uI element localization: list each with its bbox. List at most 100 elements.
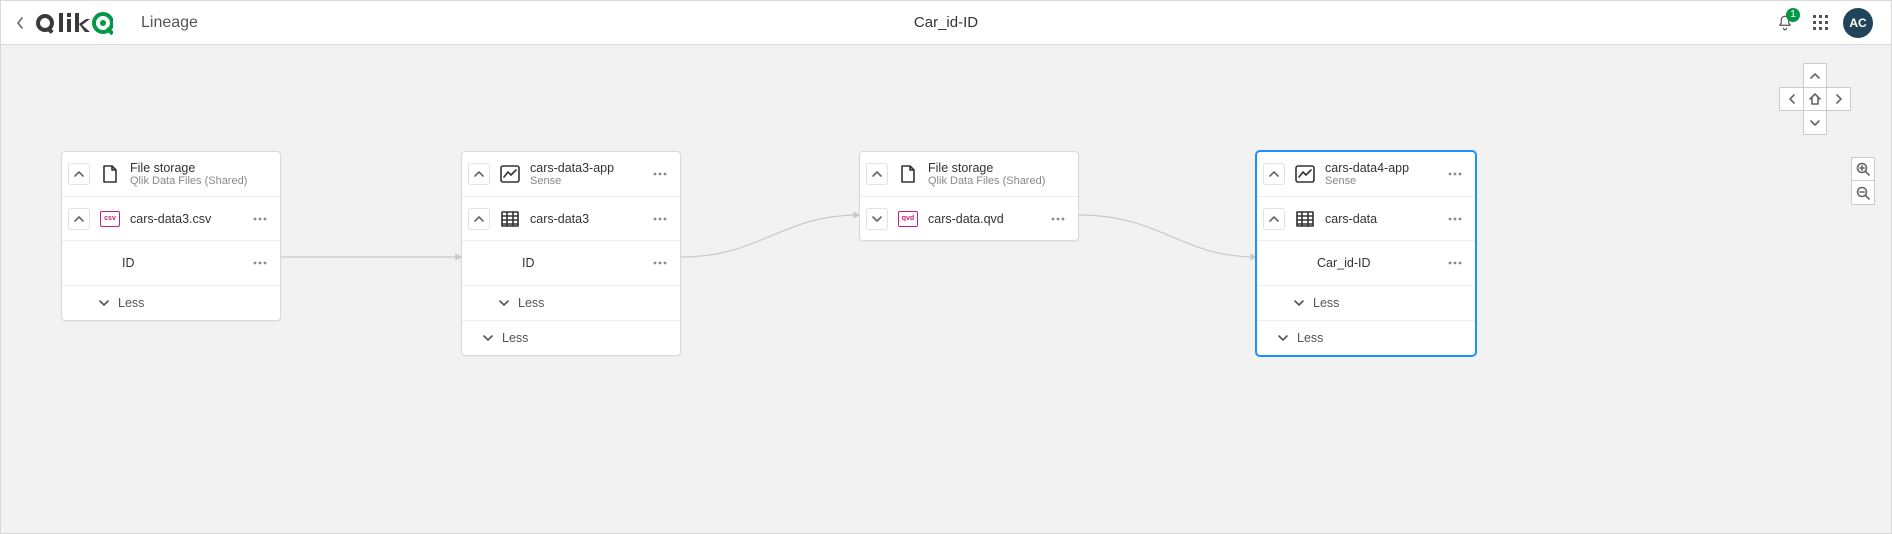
qlik-logo-icon bbox=[35, 10, 113, 36]
more-button[interactable] bbox=[648, 162, 672, 186]
child-labels: cars-data3.csv bbox=[130, 212, 240, 226]
app-launcher-button[interactable] bbox=[1807, 9, 1835, 37]
chevron-down-icon bbox=[871, 213, 883, 225]
app-root: Lineage Car_id-ID 1 AC bbox=[0, 0, 1892, 534]
field-name: Car_id-ID bbox=[1317, 256, 1371, 270]
chevron-down-icon bbox=[1293, 297, 1305, 309]
more-icon bbox=[1448, 217, 1462, 221]
zoom-out-button[interactable] bbox=[1851, 181, 1875, 205]
top-bar: Lineage Car_id-ID 1 AC bbox=[1, 1, 1891, 45]
child-labels: cars-data bbox=[1325, 212, 1435, 226]
node-header: cars-data3-app Sense bbox=[462, 152, 680, 196]
collapse-button[interactable] bbox=[468, 208, 490, 230]
less-button[interactable]: Less bbox=[462, 320, 680, 355]
notifications-button[interactable]: 1 bbox=[1771, 9, 1799, 37]
pan-right-button[interactable] bbox=[1827, 87, 1851, 111]
less-button[interactable]: Less bbox=[1257, 320, 1475, 355]
chevron-up-icon bbox=[73, 213, 85, 225]
more-button[interactable] bbox=[1443, 162, 1467, 186]
node-header: File storage Qlik Data Files (Shared) bbox=[62, 152, 280, 196]
more-button[interactable] bbox=[648, 251, 672, 275]
home-icon bbox=[1808, 92, 1822, 106]
more-button[interactable] bbox=[248, 207, 272, 231]
reset-view-button[interactable] bbox=[1803, 87, 1827, 111]
collapse-button[interactable] bbox=[68, 208, 90, 230]
more-button[interactable] bbox=[1443, 251, 1467, 275]
node-labels: cars-data4-app Sense bbox=[1325, 161, 1435, 187]
node-subtitle: Sense bbox=[530, 175, 640, 187]
more-button[interactable] bbox=[648, 207, 672, 231]
more-button[interactable] bbox=[1443, 207, 1467, 231]
field-name: ID bbox=[522, 256, 535, 270]
breadcrumb[interactable]: Lineage bbox=[141, 14, 198, 32]
more-icon bbox=[253, 217, 267, 221]
node-title: File storage bbox=[928, 161, 1070, 175]
field-row[interactable]: ID bbox=[62, 240, 280, 285]
less-button[interactable]: Less bbox=[462, 285, 680, 320]
collapse-button[interactable] bbox=[1263, 163, 1285, 185]
pan-down-button[interactable] bbox=[1803, 111, 1827, 135]
zoom-controls bbox=[1851, 157, 1875, 205]
chevron-up-icon bbox=[473, 168, 485, 180]
table-icon bbox=[1293, 207, 1317, 231]
topbar-right: 1 AC bbox=[1771, 8, 1883, 38]
app-icon bbox=[498, 162, 522, 186]
more-icon bbox=[1448, 261, 1462, 265]
node-sense-app-1[interactable]: cars-data3-app Sense cars-data3 bbox=[461, 151, 681, 356]
node-labels: File storage Qlik Data Files (Shared) bbox=[928, 161, 1070, 187]
node-subtitle: Qlik Data Files (Shared) bbox=[928, 175, 1070, 187]
back-button[interactable] bbox=[11, 7, 29, 39]
zoom-in-icon bbox=[1856, 162, 1870, 176]
chevron-up-icon bbox=[1268, 168, 1280, 180]
node-file-storage-2[interactable]: File storage Qlik Data Files (Shared) qv… bbox=[859, 151, 1079, 241]
lineage-canvas[interactable]: File storage Qlik Data Files (Shared) cs… bbox=[1, 45, 1891, 533]
node-labels: File storage Qlik Data Files (Shared) bbox=[130, 161, 272, 187]
less-label: Less bbox=[1297, 331, 1323, 345]
file-icon bbox=[98, 162, 122, 186]
node-child-header: cars-data3 bbox=[462, 196, 680, 240]
avatar[interactable]: AC bbox=[1843, 8, 1873, 38]
collapse-button[interactable] bbox=[1263, 208, 1285, 230]
chevron-left-icon bbox=[1786, 93, 1798, 105]
less-button[interactable]: Less bbox=[62, 285, 280, 320]
chevron-down-icon bbox=[498, 297, 510, 309]
grid-icon bbox=[1813, 15, 1829, 31]
back-logo-area: Lineage bbox=[1, 7, 198, 39]
node-sense-app-2[interactable]: cars-data4-app Sense cars-data bbox=[1256, 151, 1476, 356]
chevron-up-icon bbox=[1809, 70, 1821, 82]
node-header: cars-data4-app Sense bbox=[1257, 152, 1475, 196]
chevron-down-icon bbox=[1809, 117, 1821, 129]
more-button[interactable] bbox=[1046, 207, 1070, 231]
zoom-in-button[interactable] bbox=[1851, 157, 1875, 181]
more-icon bbox=[253, 261, 267, 265]
node-subtitle: Qlik Data Files (Shared) bbox=[130, 175, 272, 187]
chevron-right-icon bbox=[1833, 93, 1845, 105]
qlik-logo[interactable] bbox=[35, 10, 113, 36]
node-file-storage-1[interactable]: File storage Qlik Data Files (Shared) cs… bbox=[61, 151, 281, 321]
zoom-out-icon bbox=[1856, 186, 1870, 200]
field-row[interactable]: Car_id-ID bbox=[1257, 240, 1475, 285]
pan-left-button[interactable] bbox=[1779, 87, 1803, 111]
more-icon bbox=[653, 172, 667, 176]
chevron-down-icon bbox=[1277, 332, 1289, 344]
qvd-icon: qvd bbox=[896, 207, 920, 231]
less-button[interactable]: Less bbox=[1257, 285, 1475, 320]
collapse-button[interactable] bbox=[68, 163, 90, 185]
chevron-up-icon bbox=[1268, 213, 1280, 225]
more-icon bbox=[653, 217, 667, 221]
pan-up-button[interactable] bbox=[1803, 63, 1827, 87]
more-button[interactable] bbox=[248, 251, 272, 275]
file-icon bbox=[896, 162, 920, 186]
expand-button[interactable] bbox=[866, 208, 888, 230]
collapse-button[interactable] bbox=[866, 163, 888, 185]
page-title: Car_id-ID bbox=[914, 14, 978, 31]
node-title: File storage bbox=[130, 161, 272, 175]
node-title: cars-data4-app bbox=[1325, 161, 1435, 175]
node-labels: cars-data3-app Sense bbox=[530, 161, 640, 187]
field-row[interactable]: ID bbox=[462, 240, 680, 285]
collapse-button[interactable] bbox=[468, 163, 490, 185]
node-child-header: cars-data bbox=[1257, 196, 1475, 240]
field-name: ID bbox=[122, 256, 135, 270]
node-title: cars-data3-app bbox=[530, 161, 640, 175]
app-icon bbox=[1293, 162, 1317, 186]
